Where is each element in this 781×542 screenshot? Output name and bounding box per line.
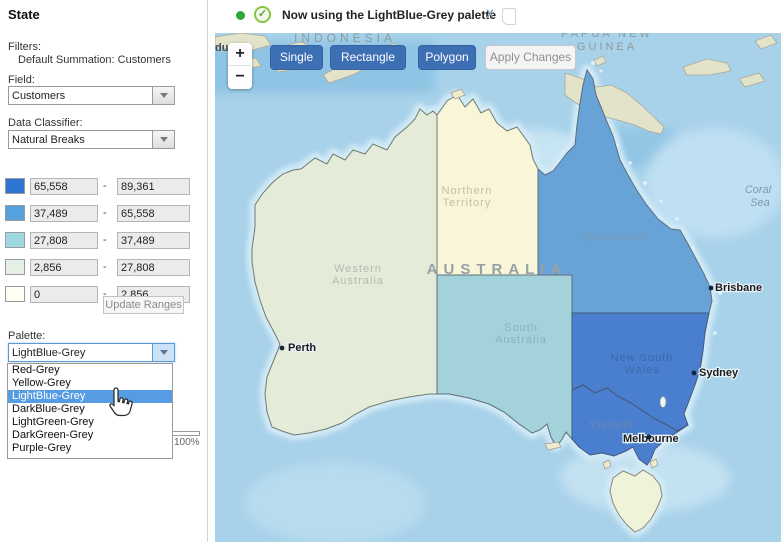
update-ranges-button[interactable]: Update Ranges: [103, 296, 184, 314]
partial-city-label: du: [215, 42, 228, 54]
state-south-australia[interactable]: [437, 275, 572, 446]
label-brisbane: Brisbane: [715, 282, 762, 294]
filters-value: Default Summation: Customers: [18, 54, 171, 66]
range-to-input[interactable]: [117, 259, 190, 276]
brisbane-marker: [709, 286, 714, 291]
palette-option-selected[interactable]: LightBlue-Grey: [8, 390, 172, 403]
range-color-swatch: [5, 259, 25, 275]
palette-option[interactable]: DarkBlue-Grey: [8, 403, 172, 416]
range-from-input[interactable]: [30, 259, 98, 276]
label-qld: Queensland: [580, 231, 649, 243]
label-nt-line2: Territory: [443, 197, 492, 209]
palette-input[interactable]: [9, 344, 152, 361]
label-nt-line1: Northern: [442, 185, 493, 197]
chevron-down-icon: [160, 93, 168, 98]
range-color-swatch: [5, 205, 25, 221]
range-to-input[interactable]: [117, 232, 190, 249]
polygon-select-button[interactable]: Polygon: [418, 45, 476, 70]
label-wa-line2: Australia: [332, 275, 384, 287]
field-input[interactable]: [9, 87, 152, 104]
palette-option[interactable]: Yellow-Grey: [8, 377, 172, 390]
sidebar-panel: State Filters: Default Summation: Custom…: [0, 0, 208, 542]
range-color-swatch: [5, 286, 25, 302]
palette-option[interactable]: DarkGreen-Grey: [8, 429, 172, 442]
label-sydney: Sydney: [699, 367, 739, 379]
label-vic: Victoria: [590, 419, 634, 431]
range-to-input[interactable]: [117, 205, 190, 222]
chevron-down-icon: [160, 137, 168, 142]
palette-option[interactable]: LightGreen-Grey: [8, 416, 172, 429]
range-color-swatch: [5, 232, 25, 248]
label-nsw-line1: New South: [611, 352, 674, 364]
perth-marker: [280, 346, 285, 351]
label-perth: Perth: [288, 342, 316, 354]
success-check-icon: ✓: [254, 6, 271, 23]
map-zoom-control: + −: [228, 43, 252, 89]
palette-option[interactable]: Purple-Grey: [8, 442, 172, 455]
label-indonesia: INDONESIA: [294, 33, 396, 45]
notification-message: Now using the LightBlue-Grey palette: [282, 8, 496, 22]
sydney-marker: [692, 371, 697, 376]
zoom-out-button[interactable]: −: [228, 66, 252, 89]
label-sa-line1: South: [504, 322, 538, 334]
classifier-dropdown-button[interactable]: [152, 131, 174, 148]
act-region: [660, 397, 666, 408]
status-dot-icon: [236, 11, 245, 20]
map-canvas[interactable]: INDONESIA PAPUA NEW GUINEA AUSTRALIA Cor…: [215, 33, 781, 542]
label-coral-sea-line1: Coral: [745, 184, 772, 196]
field-label: Field:: [8, 74, 35, 86]
map-svg: INDONESIA PAPUA NEW GUINEA AUSTRALIA Cor…: [215, 33, 781, 542]
app-window: State Filters: Default Summation: Custom…: [0, 0, 781, 542]
label-sa-line2: Australia: [495, 334, 547, 346]
label-png-line2: GUINEA: [577, 41, 637, 53]
label-coral-sea-line2: Sea: [750, 197, 770, 209]
classifier-combobox[interactable]: [8, 130, 175, 149]
palette-combobox[interactable]: [8, 343, 175, 362]
field-dropdown-button[interactable]: [152, 87, 174, 104]
close-icon[interactable]: X: [486, 7, 494, 21]
ghost-cursor-icon: [502, 8, 516, 25]
range-from-input[interactable]: [30, 232, 98, 249]
label-australia: AUSTRALIA: [427, 261, 568, 278]
filters-label: Filters:: [8, 41, 41, 53]
chevron-down-icon: [160, 350, 168, 355]
range-dash: -: [103, 207, 107, 219]
range-from-input[interactable]: [30, 205, 98, 222]
label-png-line1: PAPUA NEW: [561, 33, 653, 40]
opacity-value: 100%: [174, 437, 200, 448]
range-dash: -: [103, 180, 107, 192]
label-wa-line1: Western: [334, 263, 382, 275]
panel-title: State: [8, 7, 40, 22]
label-melbourne: Melbourne: [623, 433, 679, 445]
melbourne-marker: [647, 435, 652, 440]
apply-changes-button[interactable]: Apply Changes: [485, 45, 576, 70]
notification-bar: ✓ Now using the LightBlue-Grey palette X: [209, 0, 781, 33]
palette-option[interactable]: Red-Grey: [8, 364, 172, 377]
label-nsw-line2: Wales: [624, 364, 659, 376]
mouse-cursor-icon: [106, 386, 136, 420]
single-select-button[interactable]: Single: [270, 45, 323, 70]
palette-label: Palette:: [8, 330, 45, 342]
range-dash: -: [103, 261, 107, 273]
range-color-swatch: [5, 178, 25, 194]
classifier-input[interactable]: [9, 131, 152, 148]
zoom-in-button[interactable]: +: [228, 43, 252, 66]
field-combobox[interactable]: [8, 86, 175, 105]
rectangle-select-button[interactable]: Rectangle: [330, 45, 406, 70]
shallow-water-patch: [245, 463, 425, 542]
palette-option-list: Red-Grey Yellow-Grey LightBlue-Grey Dark…: [7, 363, 173, 459]
range-dash: -: [103, 234, 107, 246]
classifier-label: Data Classifier:: [8, 117, 83, 129]
range-from-input[interactable]: [30, 178, 98, 195]
palette-dropdown-button[interactable]: [152, 344, 174, 361]
range-to-input[interactable]: [117, 178, 190, 195]
range-from-input[interactable]: [30, 286, 98, 303]
hand-pointer-icon: [110, 388, 132, 416]
